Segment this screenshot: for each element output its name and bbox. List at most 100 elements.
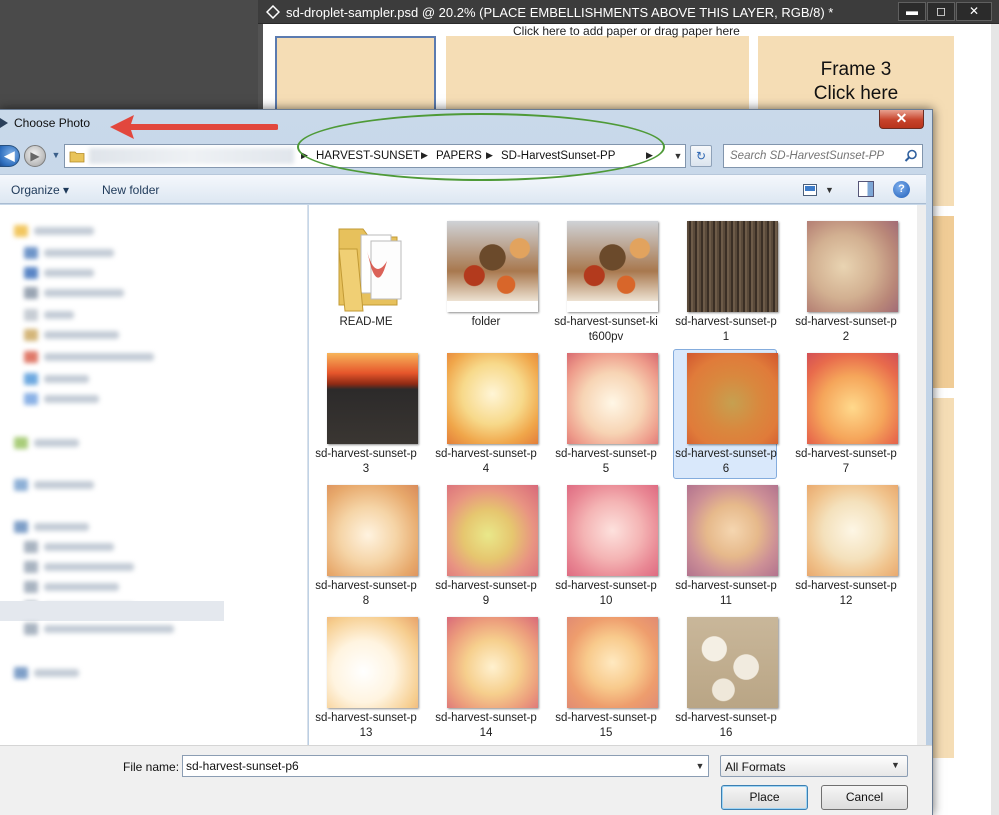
document-titlebar[interactable]: sd-droplet-sampler.psd @ 20.2% (PLACE EM… (258, 0, 999, 24)
thumbnail-image (447, 485, 538, 576)
frame-3-label: Frame 3 Click here (758, 58, 954, 106)
back-button[interactable]: ◀ (0, 145, 20, 167)
frame-4[interactable] (932, 216, 954, 388)
chevron-down-icon[interactable]: ▼ (692, 757, 708, 775)
file-name-label: sd-harvest-sunset-p12 (795, 580, 897, 607)
preview-pane-button[interactable] (858, 181, 874, 197)
file-format-select[interactable]: All Formats ▼ (720, 755, 908, 777)
file-name-label: sd-harvest-sunset-p10 (555, 580, 657, 607)
file-tile[interactable]: sd-harvest-sunset-p7 (793, 349, 898, 479)
change-view-button[interactable]: ▼ (803, 182, 839, 198)
view-icon (803, 184, 817, 196)
thumbnail-image (327, 485, 418, 576)
file-tile[interactable]: sd-harvest-sunset-p4 (433, 349, 538, 479)
thumbnail-image (447, 221, 538, 312)
thumbnail-image (567, 221, 658, 312)
search-icon[interactable] (904, 149, 918, 163)
thumbnail-image (567, 353, 658, 444)
file-name-label: sd-harvest-sunset-p5 (555, 448, 657, 475)
chevron-down-icon: ▼ (825, 185, 834, 195)
file-name-label: sd-harvest-sunset-p3 (315, 448, 417, 475)
choose-photo-dialog: Choose Photo ✕ ◀ ▶ ▼ ▶ HARVEST-SUNSET ▶ … (0, 109, 933, 815)
file-name-label: sd-harvest-sunset-p2 (795, 316, 897, 343)
file-tile[interactable]: sd-harvest-sunset-kit600pv (553, 217, 658, 347)
file-name-input[interactable] (183, 756, 688, 776)
thumbnail-image (687, 353, 778, 444)
file-list-scrollbar[interactable] (917, 205, 926, 745)
file-name-label: sd-harvest-sunset-p14 (435, 712, 537, 739)
thumbnail-image (567, 485, 658, 576)
cancel-button[interactable]: Cancel (821, 785, 908, 810)
file-tile[interactable]: sd-harvest-sunset-p12 (793, 481, 898, 611)
file-tile[interactable]: sd-harvest-sunset-p13 (313, 613, 418, 743)
navigation-pane[interactable] (0, 205, 308, 745)
file-tile[interactable]: sd-harvest-sunset-p10 (553, 481, 658, 611)
file-format-value: All Formats (725, 760, 786, 774)
dialog-close-button[interactable]: ✕ (879, 110, 924, 129)
file-name-label: sd-harvest-sunset-p7 (795, 448, 897, 475)
frame-3-subtitle: Click here (813, 83, 899, 104)
dialog-footer: File name: ▼ All Formats ▼ Place Cancel (0, 745, 932, 815)
search-input[interactable] (724, 145, 902, 167)
maximize-button[interactable]: ◻ (927, 2, 955, 21)
file-tile[interactable]: folder (433, 217, 538, 347)
thumbnail-image (807, 221, 898, 312)
file-name-label: File name: (123, 760, 180, 774)
minimize-button[interactable]: ▬ (898, 2, 926, 21)
thumbnail-image (687, 485, 778, 576)
file-tile[interactable]: sd-harvest-sunset-p11 (673, 481, 778, 611)
dialog-title: Choose Photo (14, 116, 91, 130)
file-name-label: sd-harvest-sunset-kit600pv (554, 316, 658, 343)
file-tile[interactable]: READ-ME (313, 217, 417, 347)
thumbnail-image (327, 353, 418, 444)
annotation-ellipse (297, 113, 665, 181)
thumbnail-image (447, 353, 538, 444)
file-tile[interactable]: sd-harvest-sunset-p6 (673, 349, 778, 479)
folder-icon (69, 151, 85, 163)
file-tile[interactable]: sd-harvest-sunset-p2 (793, 217, 898, 347)
file-name-label: sd-harvest-sunset-p15 (555, 712, 657, 739)
refresh-button[interactable]: ↻ (690, 145, 712, 167)
app-logo-icon (266, 5, 280, 19)
nav-selected-row (0, 601, 224, 621)
frame-3-title: Frame 3 (820, 59, 892, 80)
file-name-label: sd-harvest-sunset-p16 (675, 712, 777, 739)
annotation-arrow-icon (110, 115, 278, 139)
blurred-path (89, 148, 294, 164)
recent-locations-dropdown[interactable]: ▼ (50, 148, 62, 162)
file-tile[interactable]: sd-harvest-sunset-p3 (313, 349, 418, 479)
new-folder-button[interactable]: New folder (102, 183, 159, 197)
thumbnail-image (567, 617, 658, 708)
app-logo-icon (0, 118, 8, 128)
file-tile[interactable]: sd-harvest-sunset-p15 (553, 613, 658, 743)
file-name-label: READ-ME (339, 316, 393, 328)
file-name-combobox[interactable]: ▼ (182, 755, 709, 777)
help-button[interactable]: ? (893, 181, 910, 198)
file-tile[interactable]: sd-harvest-sunset-p5 (553, 349, 658, 479)
document-scrollbar[interactable] (991, 24, 999, 815)
place-button[interactable]: Place (721, 785, 808, 810)
address-history-dropdown[interactable]: ▼ (668, 144, 688, 168)
thumbnail-image (807, 353, 898, 444)
thumbnail-image (687, 221, 778, 312)
file-tile[interactable]: sd-harvest-sunset-p8 (313, 481, 418, 611)
forward-button[interactable]: ▶ (24, 145, 46, 167)
file-name-label: sd-harvest-sunset-p6 (675, 448, 777, 475)
file-tile[interactable]: sd-harvest-sunset-p1 (673, 217, 778, 347)
organize-button[interactable]: Organize ▾ (11, 183, 69, 197)
frame-5[interactable] (932, 398, 954, 758)
file-tile[interactable]: sd-harvest-sunset-p9 (433, 481, 538, 611)
folder-icon (338, 228, 402, 312)
close-button[interactable]: ✕ (956, 2, 992, 21)
file-list[interactable]: READ-ME folder sd-harvest-sunset-kit600pv s… (309, 205, 917, 745)
file-tile[interactable]: sd-harvest-sunset-p16 (673, 613, 778, 743)
file-tile[interactable]: sd-harvest-sunset-p14 (433, 613, 538, 743)
search-box[interactable] (723, 144, 923, 168)
thumbnail-image (447, 617, 538, 708)
thumbnail-image (327, 617, 418, 708)
file-name-label: sd-harvest-sunset-p1 (675, 316, 777, 343)
file-name-label: sd-harvest-sunset-p4 (435, 448, 537, 475)
file-name-label: sd-harvest-sunset-p9 (435, 580, 537, 607)
canvas-hint-text: Click here to add paper or drag paper he… (513, 24, 740, 38)
thumbnail-image (807, 485, 898, 576)
